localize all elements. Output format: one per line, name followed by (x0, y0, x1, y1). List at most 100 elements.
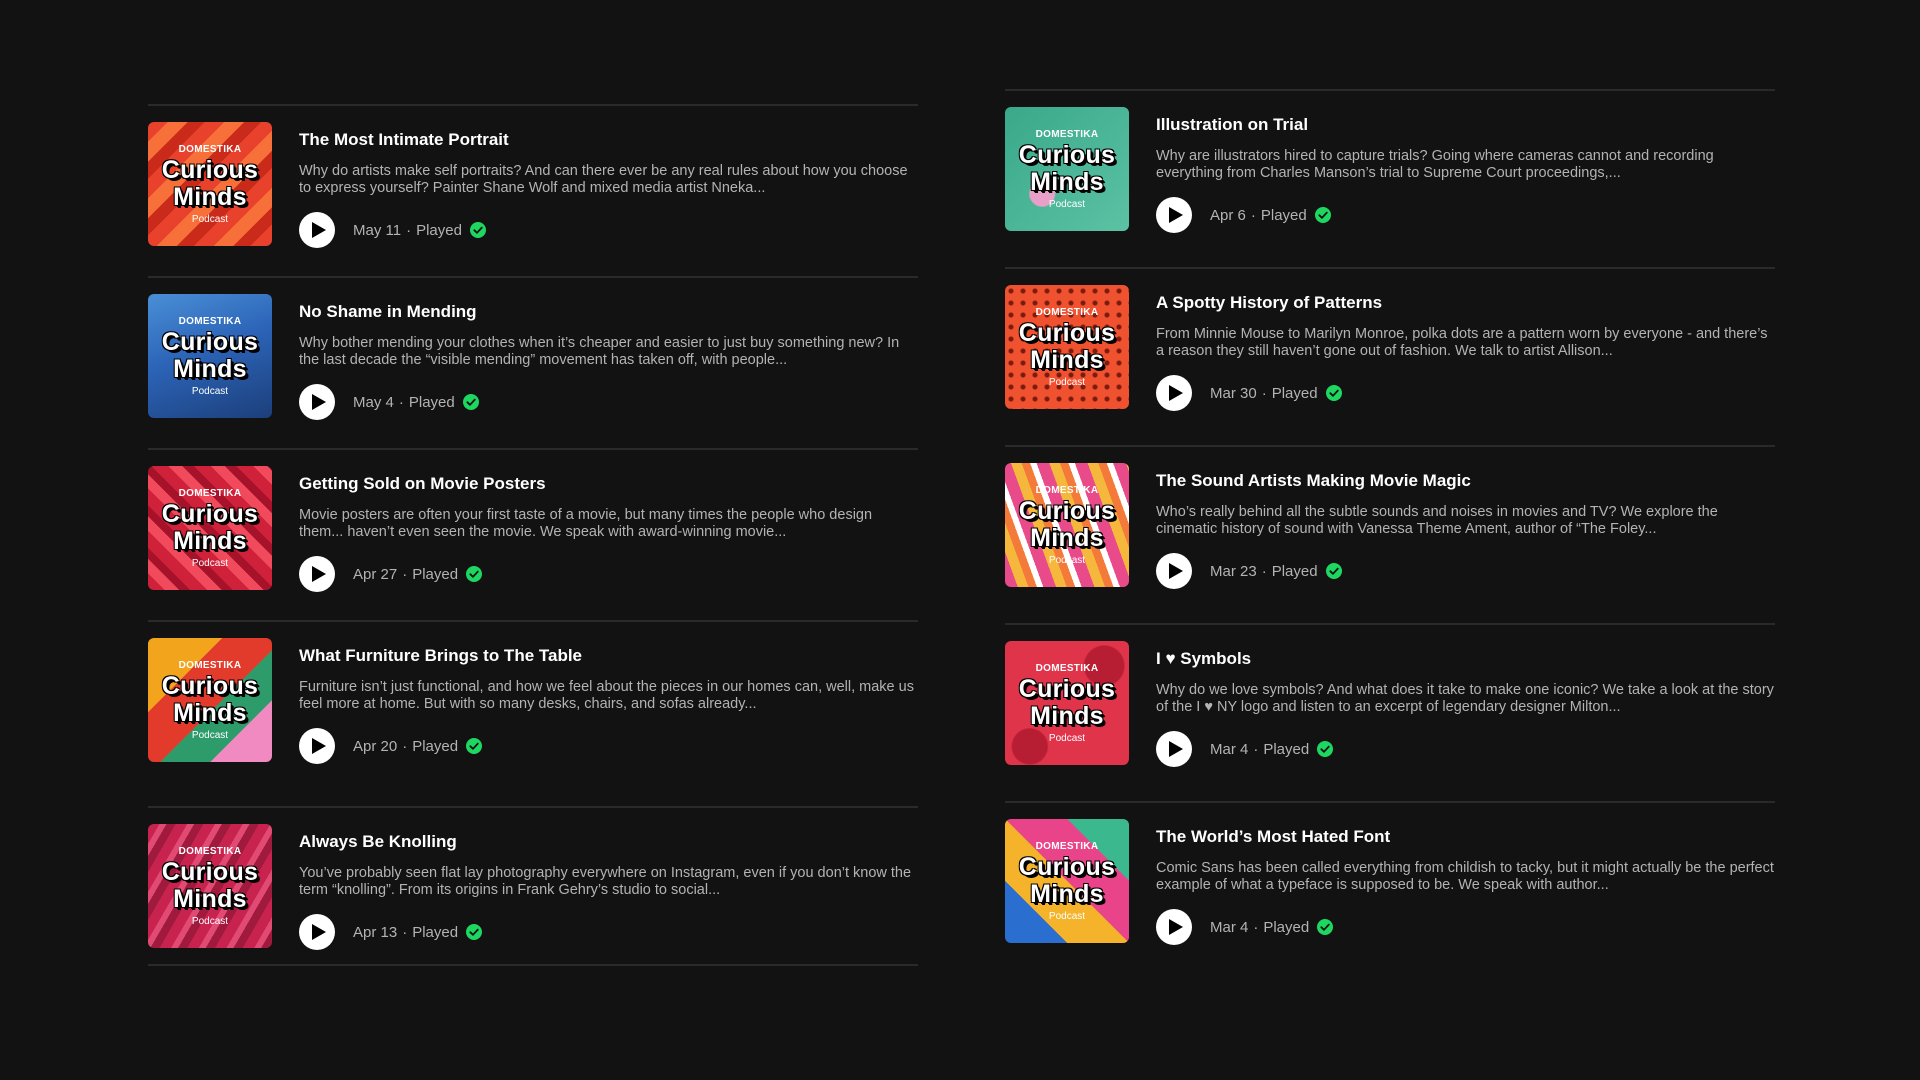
cover-brand: DOMESTIKA (1035, 840, 1099, 852)
episode-status: Played (408, 393, 455, 411)
play-icon (1168, 919, 1183, 935)
episode-row[interactable]: DOMESTIKA Curious Minds Podcast A Spotty… (1005, 267, 1775, 445)
episode-description: Movie posters are often your first taste… (299, 507, 873, 540)
episode-meta-row: Apr 6 · Played (1156, 197, 1775, 233)
episode-date: Mar 4 (1210, 740, 1249, 758)
episode-status: Played (412, 923, 459, 941)
episode-status: Played (416, 221, 462, 239)
play-button[interactable] (299, 914, 335, 950)
episode-date: Apr 6 (1210, 206, 1246, 224)
episode-date: Apr 20 (353, 737, 398, 755)
play-button[interactable] (1156, 731, 1192, 767)
episode-cover-image[interactable]: DOMESTIKA Curious Minds Podcast (148, 122, 272, 246)
cover-title-line-1: Curious (1018, 496, 1116, 525)
episode-row[interactable]: DOMESTIKA Curious Minds Podcast Always B… (148, 806, 918, 966)
episode-cover-image[interactable]: DOMESTIKA Curious Minds Podcast (1005, 819, 1129, 943)
play-icon (311, 924, 326, 940)
episode-status: Played (412, 737, 459, 755)
episode-meta-row: May 11 · Played (299, 212, 918, 248)
episode-meta: May 4 · Played (353, 394, 455, 411)
episode-row[interactable]: DOMESTIKA Curious Minds Podcast Getting … (148, 448, 918, 620)
play-button[interactable] (1156, 553, 1192, 589)
cover-art-text: DOMESTIKA Curious Minds Podcast (1005, 641, 1129, 765)
meta-separator: · (402, 923, 408, 941)
play-button[interactable] (1156, 909, 1192, 945)
episode-cover-image[interactable]: DOMESTIKA Curious Minds Podcast (1005, 107, 1129, 231)
cover-title-line-2: Minds (173, 884, 247, 913)
check-circle-icon (462, 394, 479, 410)
cover-brand: DOMESTIKA (178, 845, 242, 857)
play-button[interactable] (299, 728, 335, 764)
check-circle-icon (466, 924, 483, 940)
episode-list-page: DOMESTIKA Curious Minds Podcast The Most… (0, 0, 1920, 1080)
episode-title[interactable]: What Furniture Brings to The Table (299, 646, 918, 666)
cover-subtitle: Podcast (191, 729, 229, 741)
episode-cover-image[interactable]: DOMESTIKA Curious Minds Podcast (148, 294, 272, 418)
cover-title-line-2: Minds (1030, 701, 1104, 730)
episode-title[interactable]: Getting Sold on Movie Posters (299, 474, 918, 494)
play-button[interactable] (299, 212, 335, 248)
cover-brand: DOMESTIKA (1035, 484, 1099, 496)
meta-separator: · (1250, 206, 1256, 224)
episode-meta: Mar 23 · Played (1210, 563, 1318, 580)
episode-row[interactable]: DOMESTIKA Curious Minds Podcast The Worl… (1005, 801, 1775, 979)
episode-meta-row: May 4 · Played (299, 384, 918, 420)
cover-brand: DOMESTIKA (178, 487, 242, 499)
episode-cover-image[interactable]: DOMESTIKA Curious Minds Podcast (1005, 285, 1129, 409)
play-button[interactable] (299, 556, 335, 592)
episode-meta: Apr 13 · Played (353, 924, 458, 941)
episode-title[interactable]: A Spotty History of Patterns (1156, 293, 1775, 313)
episode-description: You’ve probably seen flat lay photograph… (299, 865, 912, 898)
episode-info: The Most Intimate Portrait Why do artist… (299, 122, 918, 276)
play-button[interactable] (1156, 197, 1192, 233)
cover-art-text: DOMESTIKA Curious Minds Podcast (1005, 107, 1129, 231)
episode-row[interactable]: DOMESTIKA Curious Minds Podcast The Most… (148, 104, 918, 276)
episode-row[interactable]: DOMESTIKA Curious Minds Podcast No Shame… (148, 276, 918, 448)
play-button[interactable] (299, 384, 335, 420)
meta-separator: · (402, 565, 408, 583)
episode-info: Illustration on Trial Why are illustrato… (1156, 107, 1775, 267)
check-circle-icon (1317, 919, 1334, 935)
cover-title-line-2: Minds (173, 526, 247, 555)
cover-title-line-1: Curious (161, 857, 259, 886)
episode-list-left: DOMESTIKA Curious Minds Podcast The Most… (148, 104, 918, 966)
cover-title-line-2: Minds (1030, 523, 1104, 552)
episode-cover-image[interactable]: DOMESTIKA Curious Minds Podcast (1005, 641, 1129, 765)
episode-status: Played (1263, 740, 1310, 758)
episode-row[interactable]: DOMESTIKA Curious Minds Podcast What Fur… (148, 620, 918, 806)
episode-cover-image[interactable]: DOMESTIKA Curious Minds Podcast (148, 824, 272, 948)
play-icon (311, 222, 326, 238)
episode-title[interactable]: Always Be Knolling (299, 832, 918, 852)
episode-row[interactable]: DOMESTIKA Curious Minds Podcast The Soun… (1005, 445, 1775, 623)
meta-separator: · (1253, 740, 1259, 758)
check-circle-icon (466, 566, 483, 582)
episode-cover-image[interactable]: DOMESTIKA Curious Minds Podcast (1005, 463, 1129, 587)
cover-art-text: DOMESTIKA Curious Minds Podcast (1005, 285, 1129, 409)
episode-info: The Sound Artists Making Movie Magic Who… (1156, 463, 1775, 623)
episode-description: Why do we love symbols? And what does it… (1156, 682, 1774, 715)
episode-info: No Shame in Mending Why bother mending y… (299, 294, 918, 448)
episode-cover-image[interactable]: DOMESTIKA Curious Minds Podcast (148, 638, 272, 762)
episode-title[interactable]: Illustration on Trial (1156, 115, 1775, 135)
episode-info: I ♥ Symbols Why do we love symbols? And … (1156, 641, 1775, 801)
episode-date: Mar 30 (1210, 384, 1257, 402)
episode-description: Who’s really behind all the subtle sound… (1156, 504, 1718, 537)
cover-subtitle: Podcast (191, 213, 229, 225)
episode-title[interactable]: The World’s Most Hated Font (1156, 827, 1775, 847)
episode-title[interactable]: The Most Intimate Portrait (299, 130, 918, 150)
cover-subtitle: Podcast (1048, 376, 1086, 388)
cover-subtitle: Podcast (1048, 910, 1086, 922)
episode-cover-image[interactable]: DOMESTIKA Curious Minds Podcast (148, 466, 272, 590)
episode-status: Played (1271, 384, 1318, 402)
cover-title-line-1: Curious (161, 499, 259, 528)
episode-title[interactable]: The Sound Artists Making Movie Magic (1156, 471, 1775, 491)
play-button[interactable] (1156, 375, 1192, 411)
cover-brand: DOMESTIKA (1035, 306, 1099, 318)
episode-date: May 4 (353, 393, 394, 411)
episode-row[interactable]: DOMESTIKA Curious Minds Podcast Illustra… (1005, 89, 1775, 267)
episode-title[interactable]: No Shame in Mending (299, 302, 918, 322)
cover-title-line-1: Curious (161, 327, 259, 356)
episode-row[interactable]: DOMESTIKA Curious Minds Podcast I ♥ Symb… (1005, 623, 1775, 801)
episode-title[interactable]: I ♥ Symbols (1156, 649, 1775, 669)
meta-separator: · (1261, 562, 1267, 580)
